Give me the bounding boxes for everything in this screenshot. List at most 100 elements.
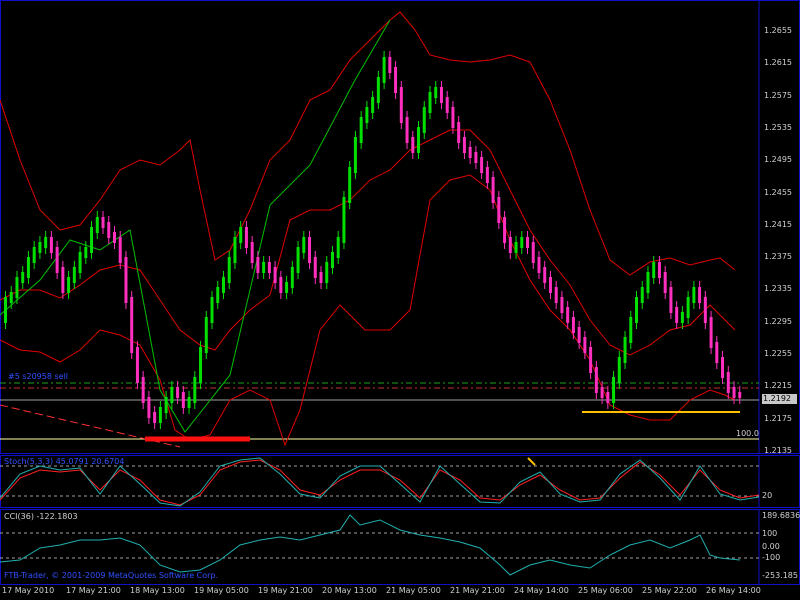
candle-body: [244, 227, 248, 248]
candle-body: [21, 272, 25, 283]
candle-body: [583, 337, 587, 353]
candle-body: [715, 342, 719, 363]
candle-body: [606, 392, 610, 403]
candle-body: [445, 97, 449, 113]
candle-body: [147, 397, 151, 418]
time-tick-label: 19 May 21:00: [258, 586, 313, 595]
watermark: FTB-Trader, © 2001-2009 MetaQuotes Softw…: [4, 571, 219, 580]
candle-body: [124, 257, 128, 303]
candle-body: [411, 137, 415, 153]
time-tick-label: 17 May 21:00: [66, 586, 121, 595]
middle-band: [0, 129, 736, 356]
candle-body: [497, 197, 501, 223]
candle-body: [686, 297, 690, 318]
candle-body: [474, 152, 478, 163]
cci-tick-label: 100: [762, 529, 778, 538]
candle-body: [680, 312, 684, 323]
candle-body: [319, 272, 323, 283]
candle-body: [153, 412, 157, 423]
candle-body: [657, 262, 661, 278]
candle-body: [210, 297, 214, 323]
candle-body: [285, 282, 289, 293]
candle-body: [176, 387, 180, 398]
candle-body: [577, 327, 581, 343]
candle-body: [256, 257, 260, 273]
candle-body: [187, 397, 191, 408]
candles: [4, 51, 742, 429]
candle-body: [451, 107, 455, 128]
price-tick-label: 1.2455: [764, 187, 792, 197]
candle-body: [342, 197, 346, 243]
candle-body: [399, 87, 403, 123]
candle-body: [417, 127, 421, 153]
current-price-tag: 1.2192: [762, 394, 797, 404]
candle-body: [279, 277, 283, 293]
time-tick-label: 19 May 05:00: [194, 586, 249, 595]
cci-tick-label: -100: [762, 553, 781, 562]
candle-body: [250, 242, 254, 263]
candle-body: [273, 267, 277, 283]
candle-body: [158, 407, 162, 423]
candle-body: [26, 257, 30, 278]
candle-body: [181, 392, 185, 408]
time-tick-label: 21 May 21:00: [450, 586, 505, 595]
candle-body: [130, 297, 134, 353]
fibo-level-label: 100.0: [736, 429, 759, 438]
candle-body: [508, 237, 512, 253]
candle-body: [457, 122, 461, 143]
candle-body: [617, 357, 621, 383]
candle-body: [49, 237, 53, 253]
candle-body: [325, 262, 329, 283]
lower-band: [0, 174, 736, 447]
candle-body: [296, 247, 300, 273]
price-tick-label: 1.2295: [764, 316, 792, 326]
candle-body: [55, 247, 59, 273]
candle-body: [560, 297, 564, 313]
candle-body: [365, 107, 369, 123]
time-tick-label: 18 May 13:00: [130, 586, 185, 595]
candle-body: [44, 237, 48, 248]
sell-order-label: #5 s20958 sell: [8, 372, 69, 381]
candle-body: [262, 262, 266, 273]
candle-body: [227, 257, 231, 283]
time-tick-label: 24 May 14:00: [514, 586, 569, 595]
candle-body: [612, 377, 616, 403]
candle-body: [623, 337, 627, 363]
candle-body: [4, 297, 7, 323]
candle-body: [308, 237, 312, 263]
cci-line: [0, 514, 741, 576]
candle-body: [554, 287, 558, 303]
candle-body: [663, 272, 667, 293]
candle-body: [290, 267, 294, 288]
price-tick-label: 1.2255: [764, 349, 792, 358]
candle-body: [526, 237, 530, 248]
candle-body: [468, 147, 472, 158]
candle-body: [101, 217, 105, 228]
candle-body: [90, 227, 94, 253]
time-tick-label: 25 May 22:00: [642, 586, 697, 595]
stochastic-title: Stoch(5,3,3) 45.0791 20.6704: [4, 457, 125, 466]
candle-body: [640, 287, 644, 303]
price-tick-label: 1.2175: [764, 413, 792, 423]
candle-body: [491, 177, 495, 203]
time-tick-label: 25 May 06:00: [578, 586, 633, 595]
candle-body: [571, 317, 575, 333]
cci-tick-label: 0.00: [762, 542, 780, 551]
candle-body: [221, 277, 225, 293]
candle-body: [669, 287, 673, 313]
candle-body: [267, 262, 271, 273]
candle-body: [193, 377, 197, 403]
candle-body: [434, 87, 438, 98]
candle-body: [439, 87, 443, 103]
candle-body: [480, 157, 484, 173]
candle-body: [698, 287, 702, 303]
candle-body: [692, 287, 696, 303]
price-tick-label: 1.2135: [764, 445, 792, 455]
candle-body: [67, 277, 71, 293]
candle-body: [32, 247, 36, 263]
candle-body: [726, 372, 730, 393]
candle-body: [382, 57, 386, 83]
candle-body: [336, 237, 340, 258]
candle-body: [359, 117, 363, 143]
cci-tick-label: 189.6836: [762, 511, 800, 520]
